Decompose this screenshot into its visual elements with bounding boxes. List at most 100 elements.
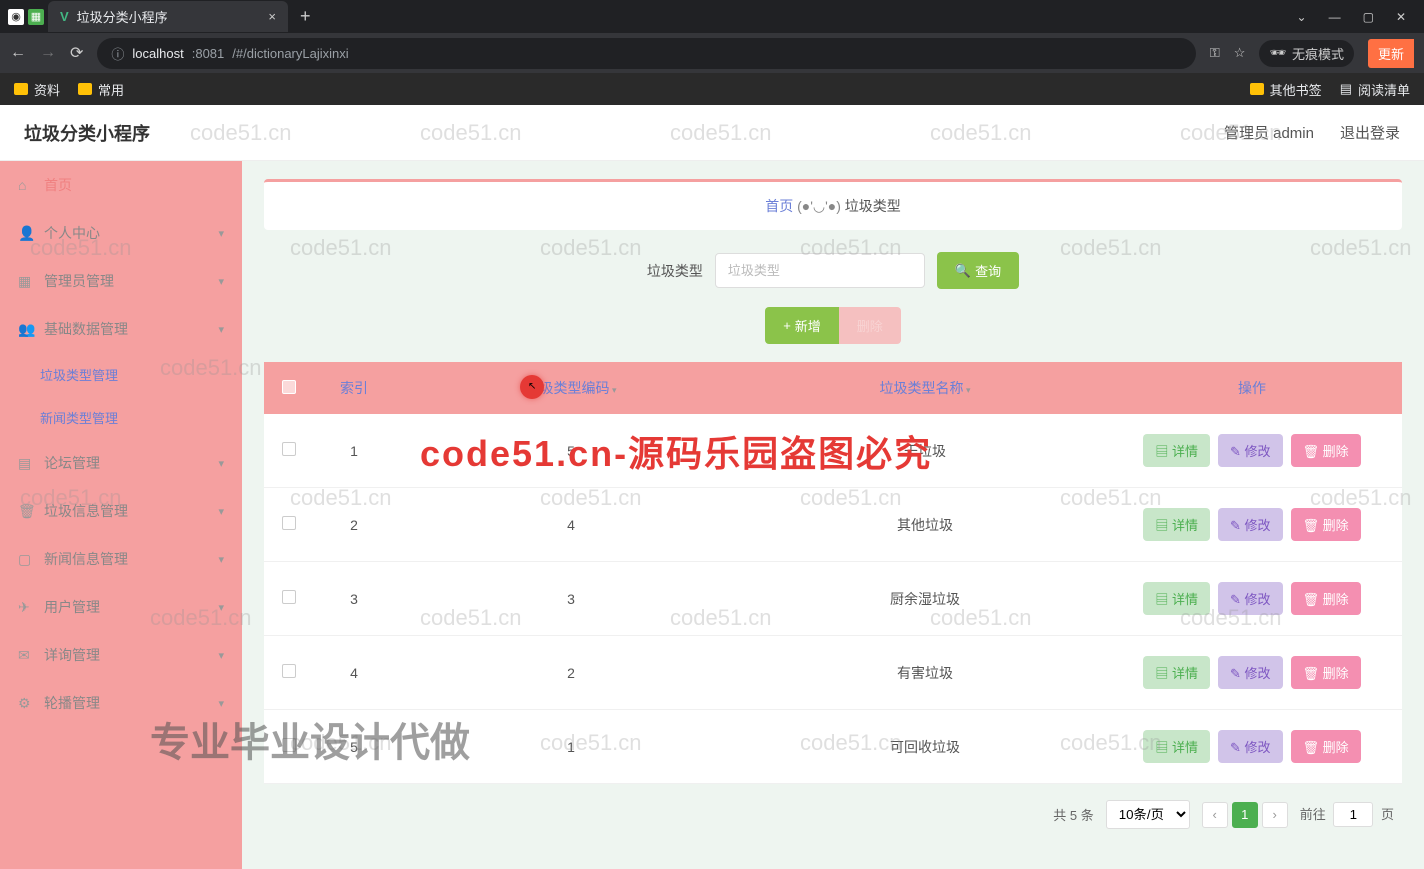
sidebar-item-trash-info[interactable]: 🗑垃圾信息管理▾ [0,487,242,535]
sidebar-item-comment[interactable]: ✉详询管理▾ [0,631,242,679]
delete-button[interactable]: 🗑 删除 [1291,656,1361,689]
main-content: 首页 (●'◡'●) 垃圾类型 垃圾类型 🔍查询 +新增 删除 索引 垃圾类型编 [242,161,1424,869]
bookmark-bar: 资料 常用 其他书签 ▤阅读清单 [0,73,1424,105]
back-icon[interactable]: ← [10,44,26,62]
edit-button[interactable]: ✎ 修改 [1218,582,1283,615]
detail-button[interactable]: ▤ 详情 [1143,656,1210,689]
page-size-select[interactable]: 10条/页 [1106,800,1190,829]
action-row: +新增 删除 [264,307,1402,344]
add-button[interactable]: +新增 [765,307,839,344]
reading-list[interactable]: ▤阅读清单 [1340,80,1410,99]
new-tab-button[interactable]: + [288,0,323,33]
star-icon[interactable]: ☆ [1234,45,1246,61]
search-input[interactable] [715,253,925,288]
update-button[interactable]: 更新 [1368,39,1414,68]
close-tab-icon[interactable]: × [268,9,276,24]
sidebar-sub-news-type[interactable]: 新闻类型管理 [0,396,242,439]
th-code[interactable]: 垃圾类型编码 [394,362,748,414]
list-icon: ▤ [1340,81,1352,97]
row-checkbox[interactable] [282,442,296,456]
address-bar: ← → ⟳ ⓘ localhost:8081/#/dictionaryLajix… [0,33,1424,73]
delete-button[interactable]: 🗑 删除 [1291,508,1361,541]
browser-tab[interactable]: V 垃圾分类小程序 × [48,1,288,32]
plus-icon: + [783,318,791,333]
th-name[interactable]: 垃圾类型名称 [748,362,1102,414]
chevron-down-icon: ▾ [218,697,224,710]
row-checkbox[interactable] [282,738,296,752]
sidebar-item-home[interactable]: ⌂首页 [0,161,242,209]
sidebar-sub-trash-type[interactable]: 垃圾类型管理 [0,353,242,396]
chevron-down-icon: ▾ [218,649,224,662]
mail-icon: ✉ [18,647,34,664]
page-jump: 前往 页 [1300,802,1394,827]
breadcrumb-home[interactable]: 首页 [765,198,793,214]
detail-button[interactable]: ▤ 详情 [1143,508,1210,541]
sidebar-item-route[interactable]: ⚙轮播管理▾ [0,679,242,727]
info-icon: ⓘ [111,44,124,63]
row-checkbox[interactable] [282,664,296,678]
user-icon: 👤 [18,225,34,242]
cell-name: 有害垃圾 [748,636,1102,710]
close-window-icon[interactable]: ✕ [1396,10,1406,24]
tab-fav-2: ▦ [28,9,44,25]
incognito-badge: 🕶 无痕模式 [1259,40,1354,67]
sidebar-item-forum[interactable]: ▤论坛管理▾ [0,439,242,487]
table-row: 1 5 干垃圾 ▤ 详情 ✎ 修改 🗑 删除 [264,414,1402,488]
cell-code: 5 [394,414,748,488]
delete-button[interactable]: 🗑 删除 [1291,730,1361,763]
search-label: 垃圾类型 [647,261,703,281]
edit-button[interactable]: ✎ 修改 [1218,508,1283,541]
sidebar-item-user-mgmt[interactable]: ✈用户管理▾ [0,583,242,631]
chevron-down-icon: ▾ [218,553,224,566]
page-num-1[interactable]: 1 [1232,802,1258,828]
sidebar-item-basedata[interactable]: 👥基础数据管理▾ [0,305,242,353]
vue-icon: V [60,9,69,24]
edit-button[interactable]: ✎ 修改 [1218,730,1283,763]
breadcrumb-emo: (●'◡'●) [797,198,841,214]
page-prev[interactable]: ‹ [1202,802,1228,828]
folder-icon [78,83,92,95]
delete-button[interactable]: 🗑 删除 [1291,434,1361,467]
cursor-highlight [520,375,544,399]
table-row: 5 1 可回收垃圾 ▤ 详情 ✎ 修改 🗑 删除 [264,710,1402,784]
reload-icon[interactable]: ⟳ [70,43,83,63]
page-next[interactable]: › [1262,802,1288,828]
minimize-icon[interactable]: — [1329,10,1341,24]
forward-icon[interactable]: → [40,44,56,62]
cell-name: 其他垃圾 [748,488,1102,562]
detail-button[interactable]: ▤ 详情 [1143,582,1210,615]
sidebar-item-admin[interactable]: ▦管理员管理▾ [0,257,242,305]
detail-button[interactable]: ▤ 详情 [1143,730,1210,763]
delete-batch-button[interactable]: 删除 [839,307,901,344]
sidebar-item-personal[interactable]: 👤个人中心▾ [0,209,242,257]
row-checkbox[interactable] [282,516,296,530]
page-jump-input[interactable] [1333,802,1373,827]
bookmark-folder-1[interactable]: 资料 [14,80,60,99]
url-path: /#/dictionaryLajixinxi [232,46,348,61]
edit-button[interactable]: ✎ 修改 [1218,434,1283,467]
search-button[interactable]: 🔍查询 [937,252,1019,289]
edit-button[interactable]: ✎ 修改 [1218,656,1283,689]
search-icon: 🔍 [955,263,971,279]
other-bookmarks[interactable]: 其他书签 [1250,80,1322,99]
current-user[interactable]: 管理员 admin [1224,122,1314,143]
cell-name: 可回收垃圾 [748,710,1102,784]
maximize-icon[interactable]: ▢ [1363,10,1374,24]
sidebar-item-news-info[interactable]: ▢新闻信息管理▾ [0,535,242,583]
url-input[interactable]: ⓘ localhost:8081/#/dictionaryLajixinxi [97,38,1195,69]
bookmark-folder-2[interactable]: 常用 [78,80,124,99]
app-header: 垃圾分类小程序 管理员 admin 退出登录 [0,105,1424,161]
key-icon[interactable]: ⚿ [1210,45,1220,61]
th-checkbox[interactable] [264,362,314,414]
chevron-down-icon[interactable]: ⌄ [1297,10,1307,24]
table-row: 3 3 厨余湿垃圾 ▤ 详情 ✎ 修改 🗑 删除 [264,562,1402,636]
sidebar: ⌂首页 👤个人中心▾ ▦管理员管理▾ 👥基础数据管理▾ 垃圾类型管理 新闻类型管… [0,161,242,869]
cell-code: 3 [394,562,748,636]
cell-name: 干垃圾 [748,414,1102,488]
table-row: 4 2 有害垃圾 ▤ 详情 ✎ 修改 🗑 删除 [264,636,1402,710]
row-checkbox[interactable] [282,590,296,604]
delete-button[interactable]: 🗑 删除 [1291,582,1361,615]
detail-button[interactable]: ▤ 详情 [1143,434,1210,467]
chevron-down-icon: ▾ [218,601,224,614]
logout-link[interactable]: 退出登录 [1340,122,1400,143]
